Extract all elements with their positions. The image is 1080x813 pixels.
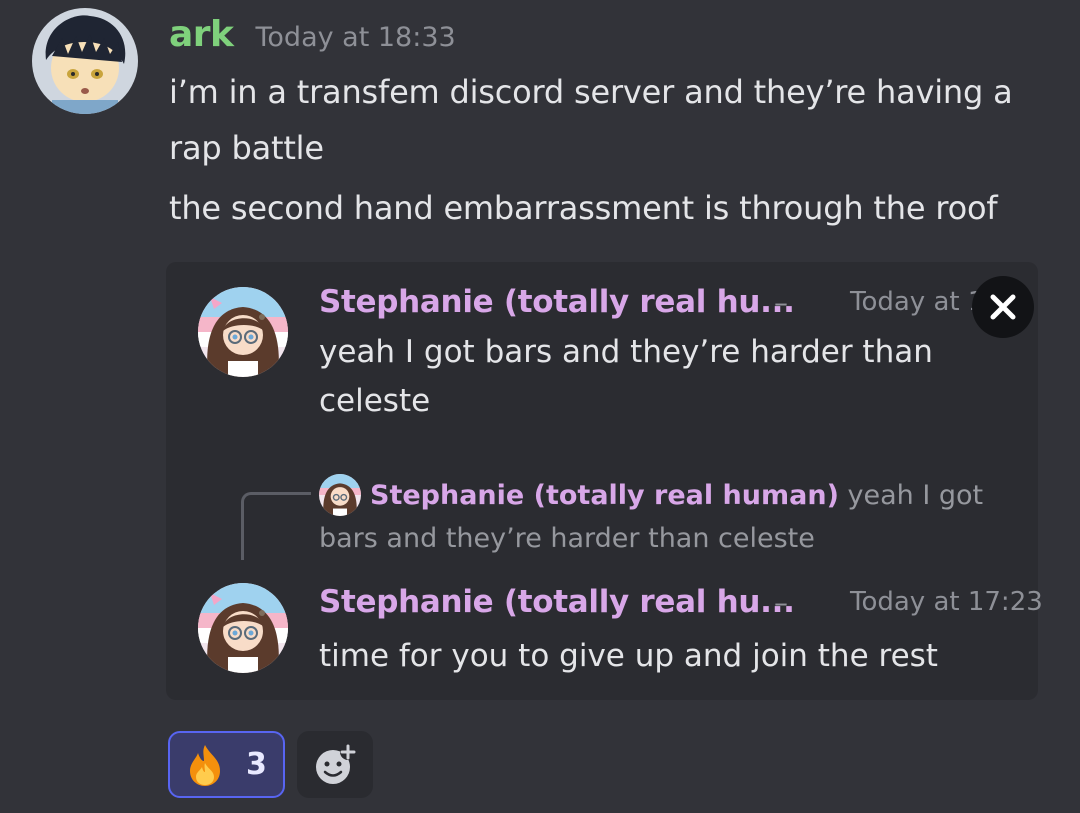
reaction-fire[interactable]: 3 (168, 731, 285, 798)
anime-girl-avatar-icon (198, 287, 288, 377)
forwarded-message-header: Stephanie (totally real hu... – Today at… (319, 580, 1043, 624)
message-text: the second hand embarrassment is through… (169, 189, 998, 227)
reply-spine (241, 492, 311, 560)
forwarded-author-name[interactable]: Stephanie (totally real hu... (319, 584, 795, 620)
fire-emoji-icon (190, 744, 220, 786)
add-reaction-icon (316, 743, 356, 784)
header-separator: – (774, 285, 788, 319)
reaction-count: 3 (246, 747, 267, 782)
close-icon (990, 294, 1016, 320)
reply-author-name[interactable]: Stephanie (totally real human) (370, 480, 839, 511)
anime-girl-avatar-icon (198, 583, 288, 673)
message-header: ark Today at 18:33 (169, 14, 456, 66)
anime-boy-avatar-icon (32, 8, 138, 114)
author-name[interactable]: ark (169, 14, 234, 55)
forwarded-author-avatar[interactable] (198, 287, 288, 377)
forwarded-author-avatar[interactable] (198, 583, 288, 673)
add-reaction-button[interactable] (297, 731, 373, 798)
author-avatar[interactable] (32, 8, 138, 114)
forwarded-message-text: time for you to give up and join the res… (319, 638, 938, 674)
reply-preview[interactable]: Stephanie (totally real human) yeah I go… (319, 474, 1039, 560)
message-text: i’m in a transfem discord server and the… (169, 73, 1013, 167)
header-separator: – (774, 585, 788, 619)
forwarded-message-text: yeah I got bars and they’re harder than … (319, 334, 933, 419)
forwarded-timestamp: Today at 17:23 (850, 587, 1043, 617)
forwarded-author-name[interactable]: Stephanie (totally real hu... (319, 284, 795, 320)
close-button[interactable] (972, 276, 1034, 338)
forwarded-message-header: Stephanie (totally real hu... – Today at… (319, 280, 1001, 324)
message-timestamp[interactable]: Today at 18:33 (256, 22, 456, 53)
